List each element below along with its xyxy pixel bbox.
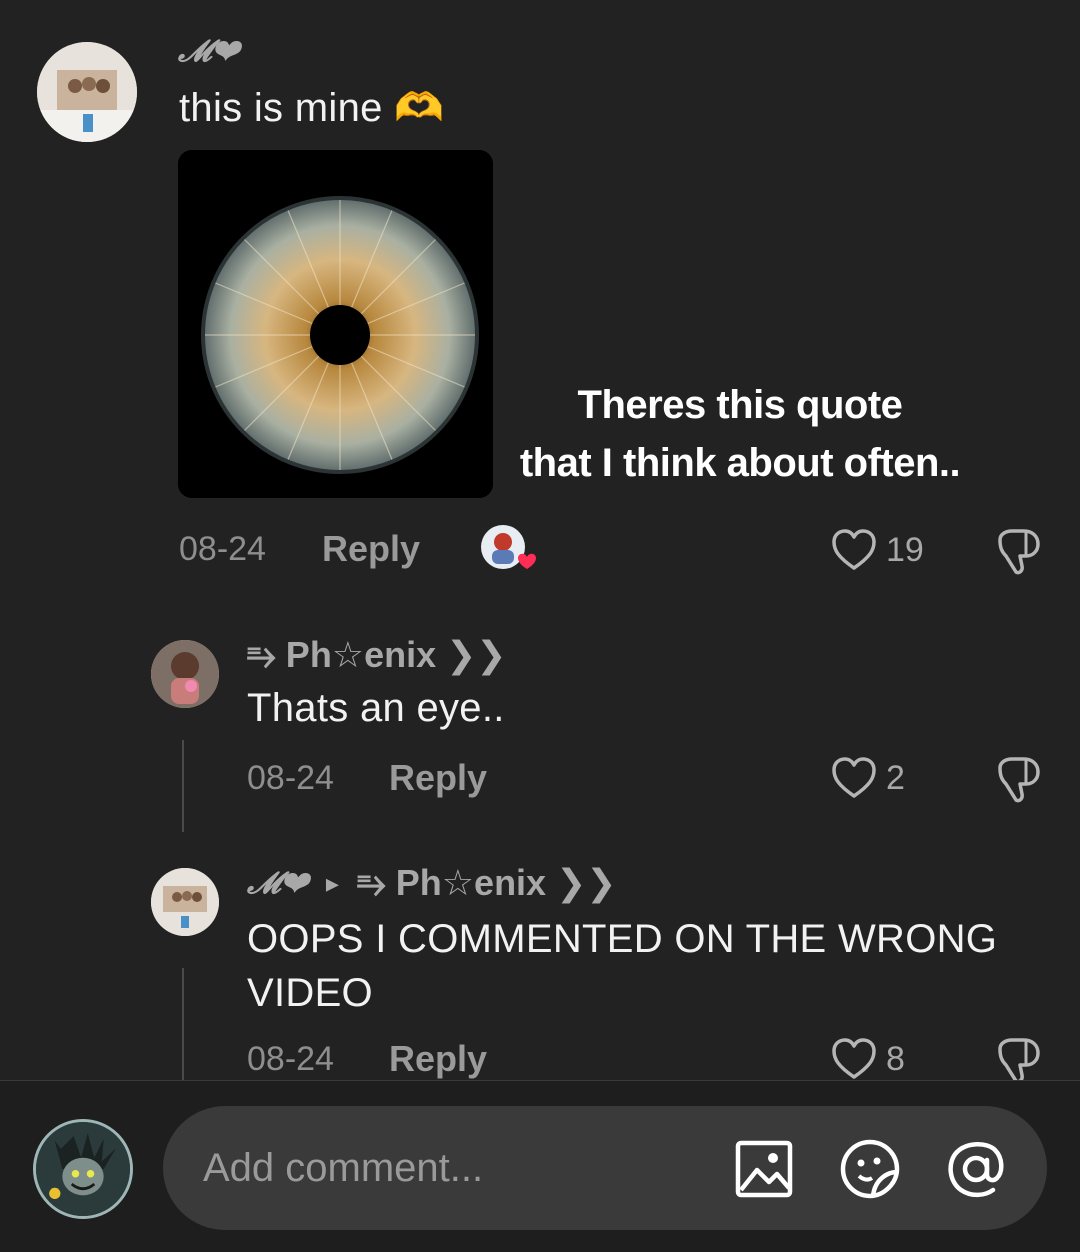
quote-line: that I think about often.. [519, 441, 961, 485]
avatar[interactable] [151, 640, 219, 708]
comment-composer-bar [0, 1080, 1080, 1252]
comment-text: this is mine 🫶 [179, 86, 445, 130]
comment-username[interactable]: 𝓜❤ [247, 866, 308, 901]
eye-image[interactable] [178, 150, 493, 498]
quote-caption: Theres this quote that I think about oft… [505, 376, 975, 492]
like-count: 19 [886, 530, 924, 569]
emoji-sticker-icon [840, 1139, 900, 1199]
thumbs-down-icon [998, 1038, 1040, 1080]
avatar[interactable] [151, 868, 219, 936]
dislike-button[interactable] [992, 526, 1044, 578]
avatar[interactable] [37, 42, 137, 142]
thread-line [182, 968, 184, 1080]
heart-icon [832, 1038, 876, 1079]
reply-button[interactable]: Reply [389, 757, 487, 799]
comment-username[interactable]: 𝓜❤ [178, 34, 239, 69]
reply-arrow-icon: ▸ [325, 868, 339, 898]
comments-page: 𝓜❤ this is mine 🫶 Theres this quote that… [0, 0, 1080, 1252]
like-button[interactable]: 19 [830, 526, 924, 574]
like-count: 8 [886, 1039, 905, 1078]
like-button[interactable]: 8 [830, 1035, 905, 1083]
like-button[interactable]: 2 [830, 754, 905, 802]
reply-button[interactable]: Reply [389, 1038, 487, 1080]
dislike-button[interactable] [992, 1035, 1044, 1080]
comment-date: 08-24 [247, 759, 334, 797]
heart-icon [832, 529, 876, 570]
creator-liked-badge [480, 524, 536, 574]
thread-line [182, 740, 184, 832]
comment-text-line: VIDEO [247, 971, 373, 1015]
thumbs-down-icon [998, 757, 1040, 803]
at-sign-icon [948, 1142, 1004, 1198]
thumbs-down-icon [998, 529, 1040, 575]
comment-date: 08-24 [247, 1040, 334, 1078]
image-icon [735, 1140, 793, 1198]
comment-text-line: OOPS I COMMENTED ON THE WRONG [247, 917, 998, 961]
comment-date: 08-24 [179, 530, 266, 568]
comment-username[interactable]: ⥱ Ph☆enix ❯❯ [247, 634, 506, 677]
my-avatar[interactable] [33, 1119, 133, 1219]
comment-input-container[interactable] [163, 1106, 1047, 1230]
reply-header: 𝓜❤ ▸ ⥱ Ph☆enix ❯❯ [247, 862, 616, 905]
reply-button[interactable]: Reply [322, 528, 420, 570]
reply-to-username[interactable]: ⥱ Ph☆enix ❯❯ [357, 862, 616, 905]
comment-text: Thats an eye.. [247, 686, 505, 730]
sticker-button[interactable] [839, 1138, 901, 1200]
quote-line: Theres this quote [577, 383, 903, 427]
dislike-button[interactable] [992, 754, 1044, 806]
comment-text: OOPS I COMMENTED ON THE WRONG VIDEO [247, 912, 997, 1020]
image-attach-button[interactable] [733, 1138, 795, 1200]
like-count: 2 [886, 758, 905, 797]
mention-button[interactable] [945, 1138, 1007, 1200]
heart-icon [832, 757, 876, 798]
comment-input[interactable] [203, 1136, 723, 1200]
